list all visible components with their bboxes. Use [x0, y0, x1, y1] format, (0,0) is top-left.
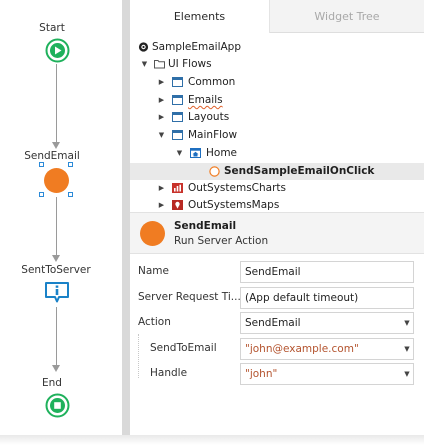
ui-flow-icon: [172, 95, 183, 105]
handle-field[interactable]: "john" ▼: [240, 363, 414, 385]
ui-flow-icon: [172, 77, 183, 87]
selection-handle[interactable]: [68, 192, 73, 197]
server-action-circle: [140, 221, 165, 246]
client-action-icon: [209, 166, 220, 177]
tree-item-label: MainFlow: [188, 129, 238, 141]
action-select-value: SendEmail: [245, 317, 301, 329]
selection-handle[interactable]: [39, 162, 44, 167]
expander-icon[interactable]: ▶: [157, 180, 166, 197]
property-label: Name: [138, 265, 169, 277]
start-node-label: Start: [39, 22, 65, 34]
screen-icon: [190, 148, 201, 158]
handle-value: "john": [245, 368, 278, 380]
panel-splitter[interactable]: [122, 0, 130, 435]
tab-elements[interactable]: Elements: [130, 0, 270, 33]
expander-icon[interactable]: ▶: [157, 109, 166, 126]
expander-icon[interactable]: ▶: [157, 92, 166, 109]
expander-icon[interactable]: ▼: [140, 56, 149, 73]
property-label: Action: [138, 316, 171, 328]
timeout-field[interactable]: (App default timeout): [240, 287, 414, 309]
senttoserver-node-label: SentToServer: [21, 264, 91, 276]
ui-flow-icon: [172, 112, 183, 122]
tree-item-label: SendSampleEmailOnClick: [224, 165, 375, 177]
flow-arrow-head: [52, 142, 60, 149]
tree-item-label: Common: [188, 76, 236, 88]
start-node[interactable]: [45, 38, 70, 63]
sendemail-node-label: SendEmail: [24, 150, 80, 162]
chevron-down-icon[interactable]: ▼: [401, 364, 413, 384]
property-row-action: Action SendEmail ▼: [130, 312, 424, 334]
folder-icon: [154, 60, 165, 69]
expander-icon[interactable]: ▶: [157, 74, 166, 91]
module-charts-icon: [172, 183, 183, 193]
elements-tree: SampleEmailApp ▼ UI Flows ▶ Common ▶ Ema…: [130, 37, 424, 212]
flow-connector: [56, 307, 57, 365]
senttoserver-node[interactable]: [44, 281, 70, 304]
flow-arrow-head: [52, 365, 60, 372]
chevron-down-icon[interactable]: ▼: [401, 339, 413, 359]
properties-header: SendEmail Run Server Action: [130, 212, 424, 254]
tree-item-label: UI Flows: [168, 58, 212, 70]
server-action-circle: [44, 168, 69, 193]
tab-widget-tree[interactable]: Widget Tree: [270, 0, 424, 33]
action-select[interactable]: SendEmail ▼: [240, 312, 414, 334]
flow-canvas[interactable]: Start SendEmail SentToServer End: [0, 0, 122, 435]
tree-item-label: Layouts: [188, 111, 230, 123]
flow-connector: [56, 197, 57, 255]
app-icon: [138, 42, 149, 52]
selected-element-type: Run Server Action: [174, 235, 269, 247]
tree-item-label: SampleEmailApp: [152, 41, 242, 53]
tree-item-label: Home: [206, 147, 238, 159]
expander-icon[interactable]: ▼: [175, 145, 184, 162]
sendtoemail-value: "john@example.com": [245, 343, 359, 355]
property-row-timeout: Server Request Ti... (App default timeou…: [130, 287, 424, 309]
tree-item-label: Emails: [188, 94, 223, 106]
sendtoemail-field[interactable]: "john@example.com" ▼: [240, 338, 414, 360]
selection-handle[interactable]: [68, 162, 73, 167]
flow-arrow-head: [52, 255, 60, 262]
flow-connector: [56, 64, 57, 142]
property-label: Server Request Ti...: [138, 291, 241, 303]
start-play-icon: [45, 38, 70, 63]
info-message-icon: [45, 282, 69, 303]
tree-item-label: OutSystemsCharts: [188, 182, 286, 194]
name-field[interactable]: SendEmail: [240, 261, 414, 283]
selection-handle[interactable]: [39, 192, 44, 197]
property-label: SendToEmail: [150, 342, 217, 354]
end-node[interactable]: [45, 393, 70, 418]
chevron-down-icon[interactable]: ▼: [401, 313, 413, 333]
ui-flow-icon: [172, 130, 183, 140]
expander-icon[interactable]: ▼: [157, 127, 166, 144]
panel-tabs: Elements Widget Tree: [130, 0, 424, 33]
property-row-sendtoemail: SendToEmail "john@example.com" ▼: [130, 338, 424, 360]
property-row-name: Name SendEmail: [130, 261, 424, 283]
right-panel: Elements Widget Tree SampleEmailApp ▼ UI…: [130, 0, 424, 435]
property-row-handle: Handle "john" ▼: [130, 363, 424, 385]
module-maps-icon: [172, 200, 183, 210]
property-label: Handle: [150, 367, 188, 379]
window-bottom-edge: [0, 435, 424, 445]
selected-element-name: SendEmail: [174, 220, 237, 232]
end-node-label: End: [42, 377, 62, 389]
end-stop-icon: [45, 393, 70, 418]
